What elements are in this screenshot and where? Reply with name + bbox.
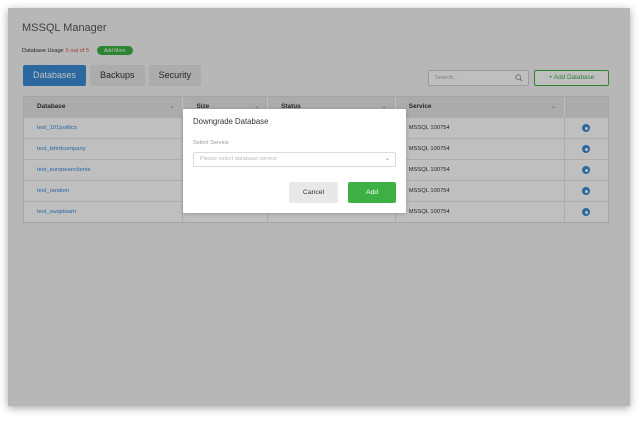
modal-title: Downgrade Database [193, 117, 269, 126]
downgrade-database-modal: Downgrade Database Select Service Please… [183, 109, 406, 213]
cancel-button[interactable]: Cancel [289, 182, 338, 203]
chevron-down-icon: ⌄ [384, 156, 390, 162]
service-select[interactable]: Please select database service ⌄ [193, 152, 396, 167]
app-window: MSSQL Manager Database Usage 5 out of 5 … [8, 8, 630, 406]
select-placeholder: Please select database service [200, 156, 278, 162]
select-service-label: Select Service [193, 140, 229, 146]
add-button[interactable]: Add [348, 182, 396, 203]
app-background: MSSQL Manager Database Usage 5 out of 5 … [8, 8, 630, 406]
